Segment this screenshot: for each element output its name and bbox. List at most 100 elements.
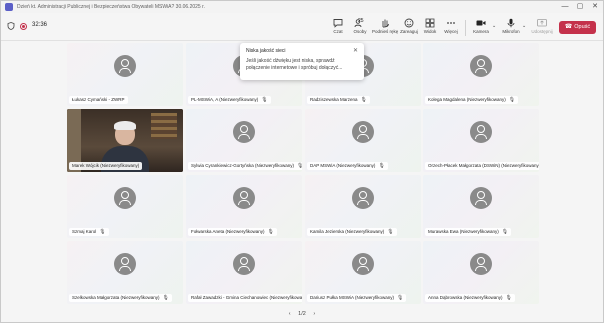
close-window-button[interactable]: ✕ (588, 1, 602, 13)
participant-tile[interactable]: Łukasz Cymański - ZWRP (67, 43, 183, 106)
camera-options-chevron-icon[interactable]: ⌄ (492, 23, 496, 29)
previous-page-icon[interactable]: ‹ (289, 311, 291, 317)
participant-name: Fołwarska Aneta (Niezweryfikowany) (191, 229, 265, 234)
mic-muted-icon: 🎙 (501, 229, 509, 235)
participant-tile[interactable]: Murawska Ewa (Niezweryfikowany) 🎙 (423, 175, 539, 238)
participant-name-tag: Kolega Magdalena (Niezweryfikowany) 🎙 (425, 96, 519, 104)
participant-name: Dariusz Pułka MSWiA (Niezweryfikowany) (310, 295, 395, 300)
react-button[interactable]: Zareaguj (400, 17, 418, 39)
mic-muted-icon: 🎙 (505, 295, 512, 301)
participant-tile[interactable]: Szelkowska Małgorzata (Niezweryfikowany)… (67, 241, 183, 304)
mic-muted-icon: 🎙 (162, 295, 169, 301)
pagination: ‹ 1/2 › (1, 307, 603, 322)
avatar-icon (233, 121, 255, 143)
avatar-icon (114, 55, 136, 77)
more-button[interactable]: Więcej (443, 17, 459, 39)
participant-name-tag: Radziszewska Marzena 🎙 (307, 96, 370, 104)
participant-name: Marek Wójcik (Niezweryfikowany) (72, 163, 140, 168)
avatar-icon (233, 253, 255, 275)
participant-name-tag: Marek Wójcik (Niezweryfikowany) (69, 162, 143, 170)
avatar-icon (470, 55, 492, 77)
avatar-icon (470, 121, 492, 143)
mic-muted-icon: 🎙 (378, 163, 385, 169)
video-feed-hair (114, 121, 136, 130)
minimize-button[interactable]: — (558, 1, 572, 13)
microphone-options-chevron-icon[interactable]: ⌄ (522, 23, 526, 29)
participant-tile[interactable]: Marek Wójcik (Niezweryfikowany) (67, 109, 183, 172)
participant-tile[interactable]: Anna Dąbrowska (Niezweryfikowany) 🎙 (423, 241, 539, 304)
microphone-button[interactable]: Mikrofon (501, 17, 521, 39)
avatar-icon (114, 253, 136, 275)
close-notification-icon[interactable]: ✕ (353, 47, 358, 54)
participant-name: Szmaj Karol (72, 229, 97, 234)
participant-tile[interactable]: Kolega Magdalena (Niezweryfikowany) 🎙 (423, 43, 539, 106)
participant-name-tag: Sylwia Cyrankiewicz-Gortyńska (Niezweryf… (188, 162, 302, 170)
participant-tile[interactable]: Dariusz Pułka MSWiA (Niezweryfikowany) 🎙 (305, 241, 421, 304)
leave-button[interactable]: ☎ Opuść (559, 21, 596, 34)
mic-muted-icon: 🎙 (99, 229, 106, 235)
avatar-icon (352, 187, 374, 209)
avatar-icon (470, 253, 492, 275)
grid-view-icon (425, 18, 435, 28)
people-count: 25 (358, 18, 364, 24)
participant-tile[interactable]: DAP MSWiA (Niezweryfikowany) 🎙 (305, 109, 421, 172)
teams-logo-icon (5, 3, 13, 11)
participant-name: DAP MSWiA (Niezweryfikowany) (310, 163, 376, 168)
video-feed-bookshelf (151, 113, 177, 139)
participant-name: PL-MSWiA, A (Niezweryfikowany) (191, 97, 259, 102)
participant-name-tag: Kamila Jezierska (Niezweryfikowany) 🎙 (307, 228, 397, 236)
mic-muted-icon: 🎙 (397, 295, 404, 301)
avatar-icon (114, 187, 136, 209)
page-indicator: 1/2 (298, 311, 306, 317)
view-button[interactable]: Widok (422, 17, 438, 39)
notification-body: Jeśli jakość dźwięku jest niska, sprawdź… (246, 58, 343, 71)
recording-icon (20, 23, 27, 30)
participant-name-tag: DAP MSWiA (Niezweryfikowany) 🎙 (307, 162, 388, 170)
camera-icon (476, 20, 486, 26)
microphone-icon (507, 18, 515, 28)
hand-icon (382, 19, 389, 28)
people-button[interactable]: 25 Osoby (351, 17, 369, 39)
participant-tile[interactable]: Sylwia Cyrankiewicz-Gortyńska (Niezweryf… (186, 109, 302, 172)
participant-name: Rafał Zawadzki - Gmina Ciechanowiec (Nie… (191, 295, 302, 300)
participant-name: Szelkowska Małgorzata (Niezweryfikowany) (72, 295, 160, 300)
mic-muted-icon: 🎙 (387, 229, 394, 235)
mic-muted-icon: 🎙 (360, 97, 367, 103)
maximize-button[interactable]: ▢ (573, 1, 587, 13)
participant-tile[interactable]: Rafał Zawadzki - Gmina Ciechanowiec (Nie… (186, 241, 302, 304)
raise-hand-button[interactable]: Podnieś rękę (372, 17, 398, 39)
participant-name: Orzech-Płacek Małgorzata (DSWiN) (Niezwe… (428, 163, 539, 168)
participant-tile[interactable]: Orzech-Płacek Małgorzata (DSWiN) (Niezwe… (423, 109, 539, 172)
camera-button[interactable]: Kamera (471, 17, 491, 39)
more-icon (447, 22, 455, 24)
next-page-icon[interactable]: › (313, 311, 315, 317)
participant-name: Murawska Ewa (Niezweryfikowany) (428, 229, 499, 234)
mic-muted-icon: 🎙 (297, 163, 302, 169)
participant-name: Kamila Jezierska (Niezweryfikowany) (310, 229, 385, 234)
meeting-timer: 32:36 (32, 22, 48, 28)
shield-icon[interactable] (7, 22, 15, 30)
chat-button[interactable]: Czat (330, 17, 346, 39)
share-button[interactable]: Udostępnij (531, 17, 553, 39)
avatar-icon (233, 187, 255, 209)
participant-name-tag: Szmaj Karol 🎙 (69, 228, 109, 236)
emoji-icon (404, 18, 414, 28)
title-bar: Dzień kt. Administracji Publicznej i Bez… (1, 1, 603, 13)
notification-title: Niska jakość sieci (246, 48, 286, 54)
phone-hangup-icon: ☎ (564, 24, 573, 30)
participant-tile[interactable]: Szmaj Karol 🎙 (67, 175, 183, 238)
toolbar-divider (465, 20, 466, 36)
network-quality-notification: Niska jakość sieci ✕ Jeśli jakość dźwięk… (240, 43, 364, 80)
mic-muted-icon: 🎙 (261, 97, 268, 103)
participant-tile[interactable]: Fołwarska Aneta (Niezweryfikowany) 🎙 (186, 175, 302, 238)
participant-grid: Łukasz Cymański - ZWRP PL-MSWiA, A (Niezw… (1, 41, 603, 306)
avatar-icon (352, 253, 374, 275)
participant-name-tag: Murawska Ewa (Niezweryfikowany) 🎙 (425, 228, 512, 236)
participant-name-tag: PL-MSWiA, A (Niezweryfikowany) 🎙 (188, 96, 271, 104)
meeting-toolbar: 32:36 Czat 25 Osoby Podnieś rękę Zareagu… (1, 13, 603, 41)
participant-name-tag: Anna Dąbrowska (Niezweryfikowany) 🎙 (425, 294, 515, 302)
participant-name: Kolega Magdalena (Niezweryfikowany) (428, 97, 506, 102)
mic-muted-icon: 🎙 (267, 229, 274, 235)
participant-tile[interactable]: Kamila Jezierska (Niezweryfikowany) 🎙 (305, 175, 421, 238)
avatar-icon (352, 121, 374, 143)
